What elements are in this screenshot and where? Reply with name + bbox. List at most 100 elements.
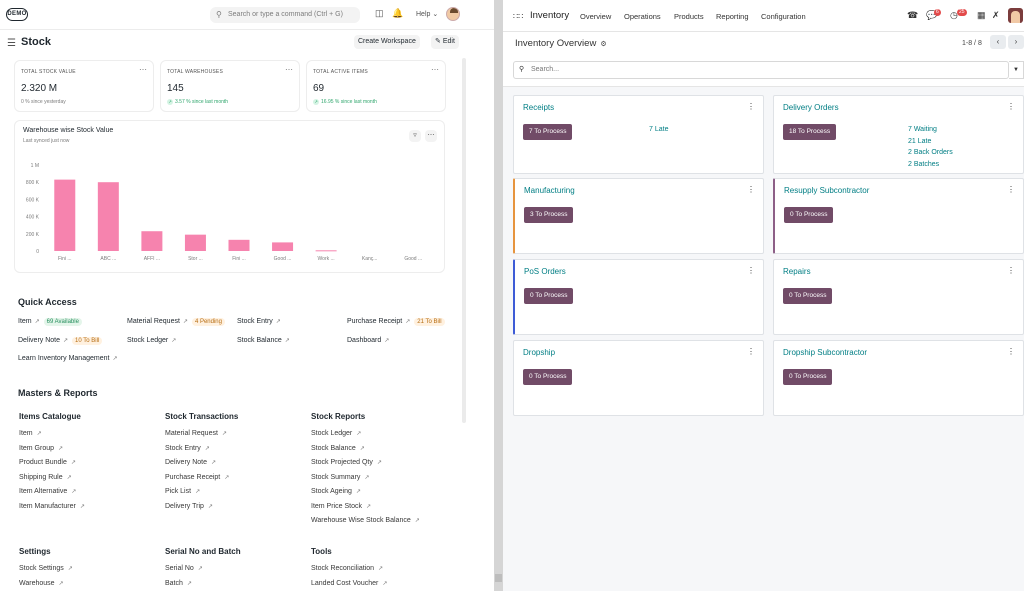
chart-bar[interactable] xyxy=(97,182,119,251)
masters-link[interactable]: Product Bundle ↗ xyxy=(19,459,76,466)
card-total-stock-value[interactable]: TOTAL STOCK VALUE ⋯ 2.320 M 0 % since ye… xyxy=(14,60,154,112)
operation-card[interactable]: Resupply Subcontractor ⋮ 0 To Process xyxy=(773,178,1024,254)
to-process-button[interactable]: 0 To Process xyxy=(783,369,833,385)
masters-link[interactable]: Stock Ledger ↗ xyxy=(311,430,361,437)
chart-bar[interactable] xyxy=(54,179,76,251)
masters-link[interactable]: Stock Balance ↗ xyxy=(311,445,365,452)
operation-name[interactable]: Dropship Subcontractor xyxy=(783,348,867,357)
masters-link[interactable]: Serial No ↗ xyxy=(165,565,203,572)
chart-bar[interactable] xyxy=(141,231,163,251)
status-link[interactable]: 7 Late xyxy=(649,124,668,136)
global-search-input[interactable]: ⚲ Search or type a command (Ctrl + G) xyxy=(210,7,360,23)
more-icon[interactable]: ⋯ xyxy=(285,65,293,74)
operation-card[interactable]: Dropship ⋮ 0 To Process xyxy=(513,340,764,416)
help-menu[interactable]: Help ⌄ xyxy=(416,10,438,18)
kebab-menu-icon[interactable]: ⋮ xyxy=(747,102,755,111)
demo-logo[interactable]: DEMO xyxy=(6,8,28,21)
sidebar-toggle-icon[interactable]: ☰ xyxy=(7,38,16,49)
to-process-button[interactable]: 3 To Process xyxy=(524,207,574,223)
menu-products[interactable]: Products xyxy=(674,12,704,21)
user-avatar[interactable] xyxy=(446,7,460,21)
operation-name[interactable]: Delivery Orders xyxy=(783,103,839,112)
tools-icon[interactable]: ✗ xyxy=(992,10,1000,21)
more-icon[interactable]: ⋯ xyxy=(431,65,439,74)
status-link[interactable]: 7 Waiting xyxy=(908,124,937,136)
masters-link[interactable]: Purchase Receipt ↗ xyxy=(165,474,229,481)
to-process-button[interactable]: 18 To Process xyxy=(783,124,837,140)
operation-card[interactable]: Manufacturing ⋮ 3 To Process xyxy=(513,178,764,254)
masters-link[interactable]: Delivery Note ↗ xyxy=(165,459,216,466)
scroll-thumb[interactable] xyxy=(495,574,502,582)
user-avatar[interactable] xyxy=(1008,8,1023,23)
edit-button[interactable]: ✎ Edit xyxy=(431,35,459,49)
operation-name[interactable]: Receipts xyxy=(523,103,554,112)
operation-card[interactable]: Dropship Subcontractor ⋮ 0 To Process xyxy=(773,340,1024,416)
quick-access-item[interactable]: Stock Ledger ↗ xyxy=(127,337,176,344)
pager-value[interactable]: 1-8 / 8 xyxy=(962,40,982,47)
operation-name[interactable]: Manufacturing xyxy=(524,186,575,195)
kebab-menu-icon[interactable]: ⋮ xyxy=(747,185,755,194)
to-process-button[interactable]: 0 To Process xyxy=(783,288,833,304)
masters-link[interactable]: Item Alternative ↗ xyxy=(19,488,76,495)
masters-link[interactable]: Item Price Stock ↗ xyxy=(311,503,371,510)
kebab-menu-icon[interactable]: ⋮ xyxy=(1007,102,1015,111)
workspace-scrollbar[interactable] xyxy=(462,58,466,423)
app-name[interactable]: Inventory xyxy=(530,10,569,21)
masters-link[interactable]: Material Request ↗ xyxy=(165,430,227,437)
pager-prev-button[interactable]: ‹ xyxy=(990,35,1006,49)
quick-access-item[interactable]: Learn Inventory Management ↗ xyxy=(18,355,117,362)
to-process-button[interactable]: 0 To Process xyxy=(523,369,573,385)
operation-name[interactable]: Dropship xyxy=(523,348,555,357)
more-icon[interactable]: ⋯ xyxy=(425,130,437,142)
kebab-menu-icon[interactable]: ⋮ xyxy=(1007,266,1015,275)
to-process-button[interactable]: 0 To Process xyxy=(784,207,834,223)
operation-card[interactable]: Repairs ⋮ 0 To Process xyxy=(773,259,1024,335)
masters-link[interactable]: Stock Summary ↗ xyxy=(311,474,369,481)
masters-link[interactable]: Stock Reconciliation ↗ xyxy=(311,565,383,572)
chart-bar[interactable] xyxy=(184,234,206,251)
menu-reporting[interactable]: Reporting xyxy=(716,12,749,21)
kebab-menu-icon[interactable]: ⋮ xyxy=(1007,347,1015,356)
filter-icon[interactable]: ▿ xyxy=(409,130,421,142)
masters-link[interactable]: Item Group ↗ xyxy=(19,445,63,452)
building-icon[interactable]: ▦ xyxy=(977,10,986,21)
operation-name[interactable]: Resupply Subcontractor xyxy=(784,186,869,195)
operation-name[interactable]: PoS Orders xyxy=(524,267,566,276)
masters-link[interactable]: Batch ↗ xyxy=(165,580,192,587)
chat-icon[interactable]: ◫ xyxy=(375,8,384,19)
quick-access-item[interactable]: Item ↗ 69 Available xyxy=(18,318,82,326)
masters-link[interactable]: Delivery Trip ↗ xyxy=(165,503,213,510)
kebab-menu-icon[interactable]: ⋮ xyxy=(1007,185,1015,194)
gear-icon[interactable]: ⚙ xyxy=(600,41,606,48)
kebab-menu-icon[interactable]: ⋮ xyxy=(747,347,755,356)
chart-bar[interactable] xyxy=(315,250,337,252)
status-link[interactable]: 2 Back Orders xyxy=(908,147,953,159)
masters-link[interactable]: Stock Entry ↗ xyxy=(165,445,210,452)
masters-link[interactable]: Warehouse ↗ xyxy=(19,580,64,587)
chart-bar[interactable] xyxy=(228,239,250,251)
card-total-warehouses[interactable]: TOTAL WAREHOUSES ⋯ 145 ↗ 3.57 % since las… xyxy=(160,60,300,112)
more-icon[interactable]: ⋯ xyxy=(139,65,147,74)
operation-card[interactable]: Receipts ⋮ 7 To Process 7 Late xyxy=(513,95,764,174)
menu-overview[interactable]: Overview xyxy=(580,12,611,21)
apps-grid-icon[interactable]: ∷∷ xyxy=(513,12,523,21)
pane-divider[interactable] xyxy=(494,0,503,591)
search-options-toggle[interactable]: ▼ xyxy=(1009,61,1024,79)
status-link[interactable]: 2 Batches xyxy=(908,159,939,171)
quick-access-item[interactable]: Delivery Note ↗ 10 To Bill xyxy=(18,337,103,345)
operation-name[interactable]: Repairs xyxy=(783,267,811,276)
quick-access-item[interactable]: Dashboard ↗ xyxy=(347,337,389,344)
chart-bar[interactable] xyxy=(272,242,294,251)
masters-link[interactable]: Warehouse Wise Stock Balance ↗ xyxy=(311,517,420,524)
masters-link[interactable]: Shipping Rule ↗ xyxy=(19,474,72,481)
masters-link[interactable]: Stock Settings ↗ xyxy=(19,565,73,572)
menu-configuration[interactable]: Configuration xyxy=(761,12,806,21)
masters-link[interactable]: Stock Ageing ↗ xyxy=(311,488,361,495)
operation-card[interactable]: Delivery Orders ⋮ 18 To Process 7 Waiting 21… xyxy=(773,95,1024,174)
masters-link[interactable]: Stock Projected Qty ↗ xyxy=(311,459,382,466)
status-link[interactable]: 21 Late xyxy=(908,136,931,148)
quick-access-item[interactable]: Purchase Receipt ↗ 21 To Bill xyxy=(347,318,445,326)
menu-operations[interactable]: Operations xyxy=(624,12,661,21)
to-process-button[interactable]: 7 To Process xyxy=(523,124,573,140)
masters-link[interactable]: Pick List ↗ xyxy=(165,488,200,495)
